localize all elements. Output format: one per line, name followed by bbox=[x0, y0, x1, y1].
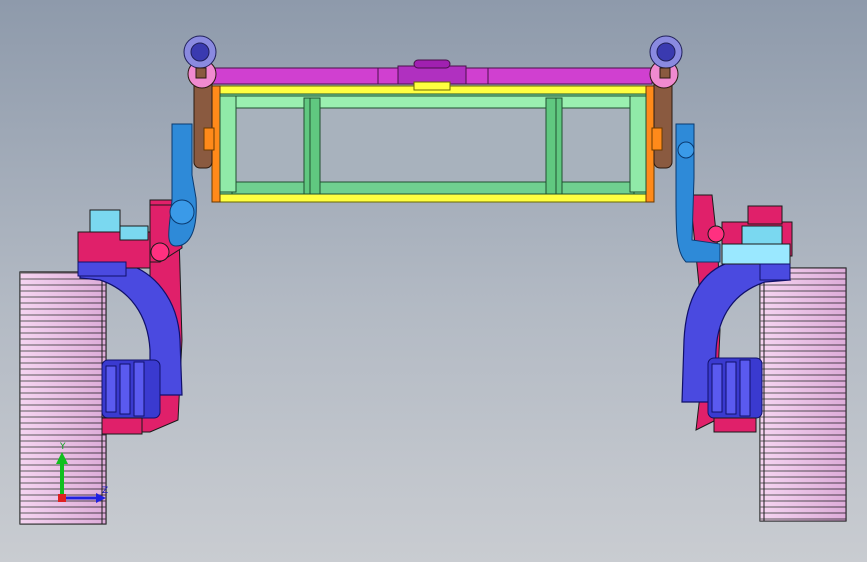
right-motor[interactable] bbox=[707, 357, 763, 433]
rover-assembly-model[interactable]: Y Z bbox=[0, 0, 867, 562]
triad-x-axis bbox=[58, 494, 66, 502]
right-wheel[interactable] bbox=[759, 267, 847, 522]
triad-z-label: Z bbox=[102, 486, 108, 496]
triad-y-label: Y bbox=[59, 442, 66, 452]
body-frame[interactable] bbox=[211, 85, 655, 203]
cad-viewport[interactable]: Y Z bbox=[0, 0, 867, 562]
